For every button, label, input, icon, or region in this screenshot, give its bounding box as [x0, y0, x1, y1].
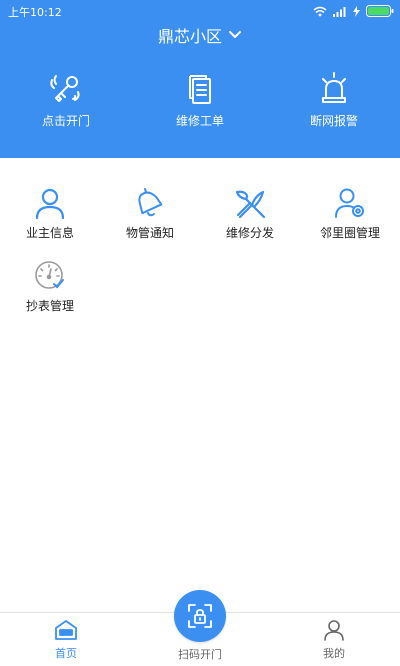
grid-meter-reading[interactable]: 抄表管理	[0, 259, 100, 317]
battery-icon	[366, 5, 394, 17]
grid-repair-dispatch[interactable]: 维修分发	[200, 186, 300, 244]
meter-icon	[33, 259, 67, 293]
quick-actions: 点击开门 维修工单 断网报警	[0, 70, 400, 134]
nav-home-label: 首页	[55, 647, 77, 660]
grid-meter-reading-label: 抄表管理	[25, 299, 74, 313]
home-icon	[55, 620, 77, 640]
grid-repair-dispatch-label: 维修分发	[225, 226, 274, 240]
quick-repair-orders-label: 维修工单	[175, 114, 224, 128]
chevron-down-icon	[229, 31, 241, 38]
person-icon	[33, 186, 67, 220]
grid-property-notice[interactable]: 物管通知	[100, 186, 200, 244]
app-screen: 上午10:12 鼎芯小区 点击开门 维修工单 断网报警 业主信息 物管通知 维修…	[0, 0, 400, 666]
status-icons	[313, 4, 394, 18]
bell-icon	[133, 186, 167, 220]
quick-network-alarm-label: 断网报警	[309, 114, 358, 128]
quick-open-door-button[interactable]: 点击开门	[16, 70, 116, 134]
grid-neighborhood-management-label: 邻里圈管理	[319, 226, 380, 240]
nav-home[interactable]: 首页	[26, 619, 106, 665]
grid-property-notice-label: 物管通知	[125, 226, 174, 240]
scan-lock-icon	[188, 604, 212, 628]
nav-mine-label: 我的	[323, 647, 345, 660]
scan-open-door-button[interactable]	[174, 590, 226, 642]
status-time: 上午10:12	[8, 6, 62, 19]
quick-repair-orders-button[interactable]: 维修工单	[150, 70, 250, 134]
grid-owner-info-label: 业主信息	[25, 226, 74, 240]
document-icon	[182, 70, 218, 106]
quick-network-alarm-button[interactable]: 断网报警	[284, 70, 384, 134]
quick-open-door-label: 点击开门	[41, 114, 90, 128]
grid-owner-info[interactable]: 业主信息	[0, 186, 100, 244]
charging-icon	[353, 5, 360, 17]
tools-icon	[233, 186, 267, 220]
status-bar: 上午10:12	[0, 0, 400, 22]
signal-icon	[333, 6, 346, 17]
wifi-icon	[313, 6, 327, 16]
community-title: 鼎芯小区	[157, 27, 222, 46]
header: 上午10:12 鼎芯小区 点击开门 维修工单 断网报警	[0, 0, 400, 158]
grid-neighborhood-management[interactable]: 邻里圈管理	[300, 186, 400, 244]
community-selector[interactable]: 鼎芯小区	[0, 22, 400, 48]
user-icon	[324, 620, 344, 641]
user-settings-icon	[333, 186, 367, 220]
nav-mine[interactable]: 我的	[294, 619, 374, 665]
alarm-icon	[316, 70, 352, 106]
key-icon	[48, 70, 84, 106]
scan-open-door-label: 扫码开门	[178, 648, 222, 661]
